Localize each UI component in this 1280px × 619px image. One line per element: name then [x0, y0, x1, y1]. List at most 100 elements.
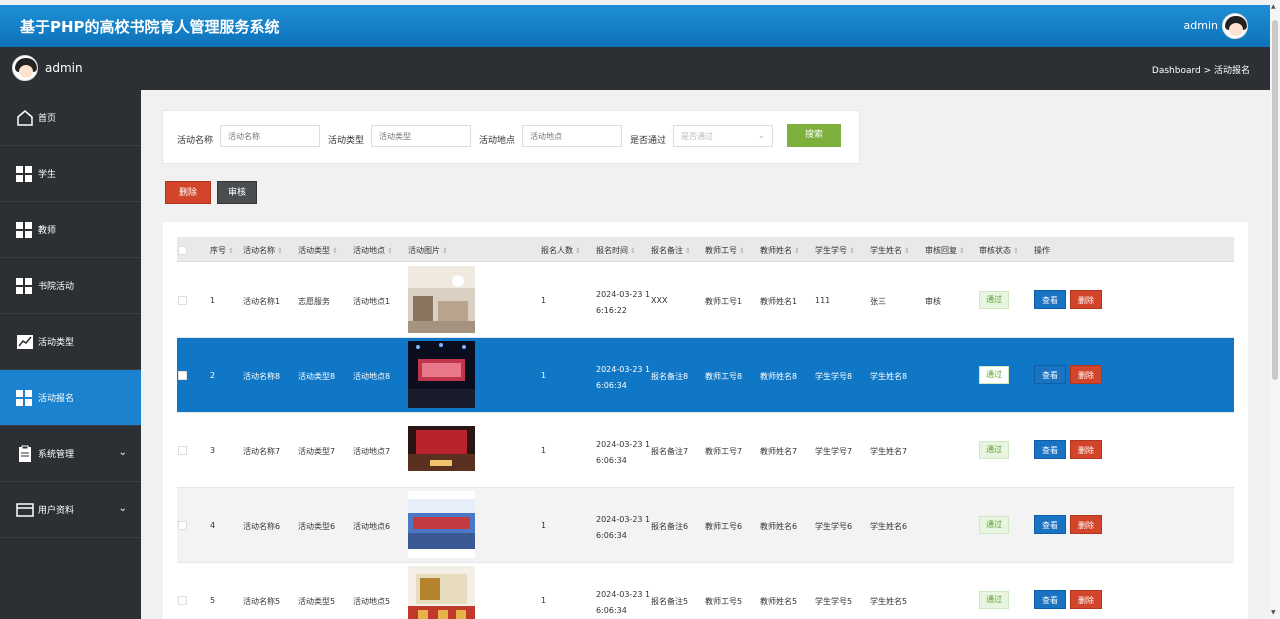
- sidebar-item-profile[interactable]: 用户资料 ⌄: [0, 482, 141, 538]
- col-place[interactable]: 活动地点 ⇕: [353, 245, 393, 256]
- status-filter-select[interactable]: 是否通过 ⌄: [673, 125, 773, 147]
- row-checkbox[interactable]: [178, 296, 187, 305]
- row-checkbox[interactable]: [178, 596, 187, 605]
- cell-no: 1: [210, 296, 216, 305]
- view-button[interactable]: 查看: [1034, 365, 1066, 384]
- table-row[interactable]: 4 活动名称6 活动类型6 活动地点6 1 2024-03-23 1 6:06:3…: [177, 488, 1234, 563]
- activity-image[interactable]: [408, 491, 475, 558]
- activity-image[interactable]: [408, 566, 475, 619]
- scroll-up-icon[interactable]: ▲: [1271, 3, 1276, 10]
- cell-name: 活动名称8: [243, 372, 281, 381]
- sidebar-item-home[interactable]: 首页: [0, 90, 141, 146]
- cell-teacher-no: 教师工号7: [705, 447, 743, 456]
- cell-no: 4: [210, 521, 216, 530]
- table-row[interactable]: 1 活动名称1 志愿服务 活动地点1 1 2024-03-23 1 6:16:22…: [177, 263, 1234, 338]
- cell-count: 1: [541, 596, 547, 605]
- activity-image[interactable]: [408, 341, 475, 408]
- sidebar-item-label: 书院活动: [38, 282, 75, 292]
- cell-student-name: 学生姓名7: [870, 447, 908, 456]
- cell-remark: 报名备注8: [651, 372, 689, 381]
- col-image[interactable]: 活动图片 ⇕: [408, 245, 448, 256]
- activity-image[interactable]: [408, 266, 475, 333]
- sort-icon: ⇕: [794, 247, 800, 255]
- cell-teacher-no: 教师工号5: [705, 597, 743, 606]
- view-button[interactable]: 查看: [1034, 590, 1066, 609]
- place-filter-label: 活动地点: [479, 136, 516, 146]
- cell-type: 活动类型8: [298, 372, 336, 381]
- cell-student-name: 学生姓名8: [870, 372, 908, 381]
- page-scrollbar[interactable]: ▲ ▼: [1270, 0, 1280, 619]
- place-filter-input[interactable]: [522, 125, 622, 147]
- scroll-down-icon[interactable]: ▼: [1271, 609, 1276, 616]
- cell-student-no: 学生学号8: [815, 372, 853, 381]
- col-time[interactable]: 报名时间 ⇕: [596, 245, 636, 256]
- name-filter-input[interactable]: [220, 125, 320, 147]
- sort-icon: ⇕: [277, 247, 283, 255]
- col-student-no[interactable]: 学生学号 ⇕: [815, 245, 855, 256]
- delete-button[interactable]: 删除: [1070, 365, 1102, 384]
- col-count[interactable]: 报名人数 ⇕: [541, 245, 581, 256]
- col-status[interactable]: 审核状态 ⇕: [979, 245, 1019, 256]
- table-row[interactable]: 3 活动名称7 活动类型7 活动地点7 1 2024-03-23 1 6:06:3…: [177, 413, 1234, 488]
- col-remark[interactable]: 报名备注 ⇕: [651, 245, 691, 256]
- sidebar-item-activities[interactable]: 书院活动: [0, 258, 141, 314]
- cell-student-no: 学生学号7: [815, 447, 853, 456]
- cell-teacher-no: 教师工号6: [705, 522, 743, 531]
- sidebar-item-activity-types[interactable]: 活动类型: [0, 314, 141, 370]
- cell-place: 活动地点7: [353, 447, 391, 456]
- col-teacher-no[interactable]: 教师工号 ⇕: [705, 245, 745, 256]
- search-panel: 活动名称 活动类型 活动地点 是否通过 是否通过 ⌄ 搜索: [162, 110, 860, 164]
- row-checkbox[interactable]: [178, 371, 187, 380]
- delete-button[interactable]: 删除: [1070, 290, 1102, 309]
- scrollbar-thumb[interactable]: [1272, 20, 1278, 380]
- col-student-name[interactable]: 学生姓名 ⇕: [870, 245, 910, 256]
- cell-name: 活动名称7: [243, 447, 281, 456]
- status-filter-value: 是否通过: [681, 132, 713, 141]
- cell-no: 3: [210, 446, 216, 455]
- header-avatar[interactable]: [1222, 13, 1248, 39]
- col-reply[interactable]: 审核回复 ⇕: [925, 245, 965, 256]
- cell-place: 活动地点6: [353, 522, 391, 531]
- col-name[interactable]: 活动名称 ⇕: [243, 245, 283, 256]
- cell-name: 活动名称5: [243, 597, 281, 606]
- cell-teacher-name: 教师姓名5: [760, 597, 798, 606]
- view-button[interactable]: 查看: [1034, 290, 1066, 309]
- row-checkbox[interactable]: [178, 446, 187, 455]
- col-teacher-name[interactable]: 教师姓名 ⇕: [760, 245, 800, 256]
- bulk-delete-button[interactable]: 删除: [165, 181, 211, 204]
- type-filter-input[interactable]: [371, 125, 471, 147]
- breadcrumb[interactable]: Dashboard > 活动报名: [1152, 63, 1250, 76]
- view-button[interactable]: 查看: [1034, 515, 1066, 534]
- header-username[interactable]: admin: [1184, 19, 1218, 32]
- card-icon: [16, 502, 34, 517]
- search-button[interactable]: 搜索: [787, 124, 841, 147]
- row-checkbox[interactable]: [178, 521, 187, 530]
- cell-time: 2024-03-23 1 6:06:34: [596, 440, 651, 465]
- activity-image[interactable]: [408, 416, 475, 483]
- cell-time: 2024-03-23 1 6:16:22: [596, 290, 651, 315]
- delete-button[interactable]: 删除: [1070, 590, 1102, 609]
- app-title: 基于PHP的高校书院育人管理服务系统: [20, 18, 280, 36]
- table-row[interactable]: 5 活动名称5 活动类型5 活动地点5 1 2024-03-23 1 6:06:3…: [177, 563, 1234, 619]
- cell-no: 2: [210, 371, 216, 380]
- view-button[interactable]: 查看: [1034, 440, 1066, 459]
- cell-student-name: 张三: [870, 297, 886, 306]
- delete-button[interactable]: 删除: [1070, 515, 1102, 534]
- bulk-review-button[interactable]: 审核: [217, 181, 257, 204]
- select-all-checkbox[interactable]: [178, 246, 187, 255]
- col-type[interactable]: 活动类型 ⇕: [298, 245, 338, 256]
- chevron-down-icon: ⌄: [758, 131, 765, 140]
- sidebar-item-teachers[interactable]: 教师: [0, 202, 141, 258]
- sidebar-item-registration[interactable]: 活动报名: [0, 370, 141, 426]
- cell-count: 1: [541, 521, 547, 530]
- sort-icon: ⇕: [849, 247, 855, 255]
- grid-icon: [16, 389, 34, 407]
- sidebar-username: admin: [45, 61, 83, 75]
- table-row[interactable]: 2 活动名称8 活动类型8 活动地点8 1 2024-03-23 1 6:06:3…: [177, 338, 1234, 413]
- col-no[interactable]: 序号 ⇕: [210, 245, 234, 256]
- delete-button[interactable]: 删除: [1070, 440, 1102, 459]
- cell-remark: 报名备注5: [651, 597, 689, 606]
- sidebar-item-students[interactable]: 学生: [0, 146, 141, 202]
- sidebar-item-system[interactable]: 系统管理 ⌄: [0, 426, 141, 482]
- sidebar-item-label: 系统管理: [38, 450, 75, 460]
